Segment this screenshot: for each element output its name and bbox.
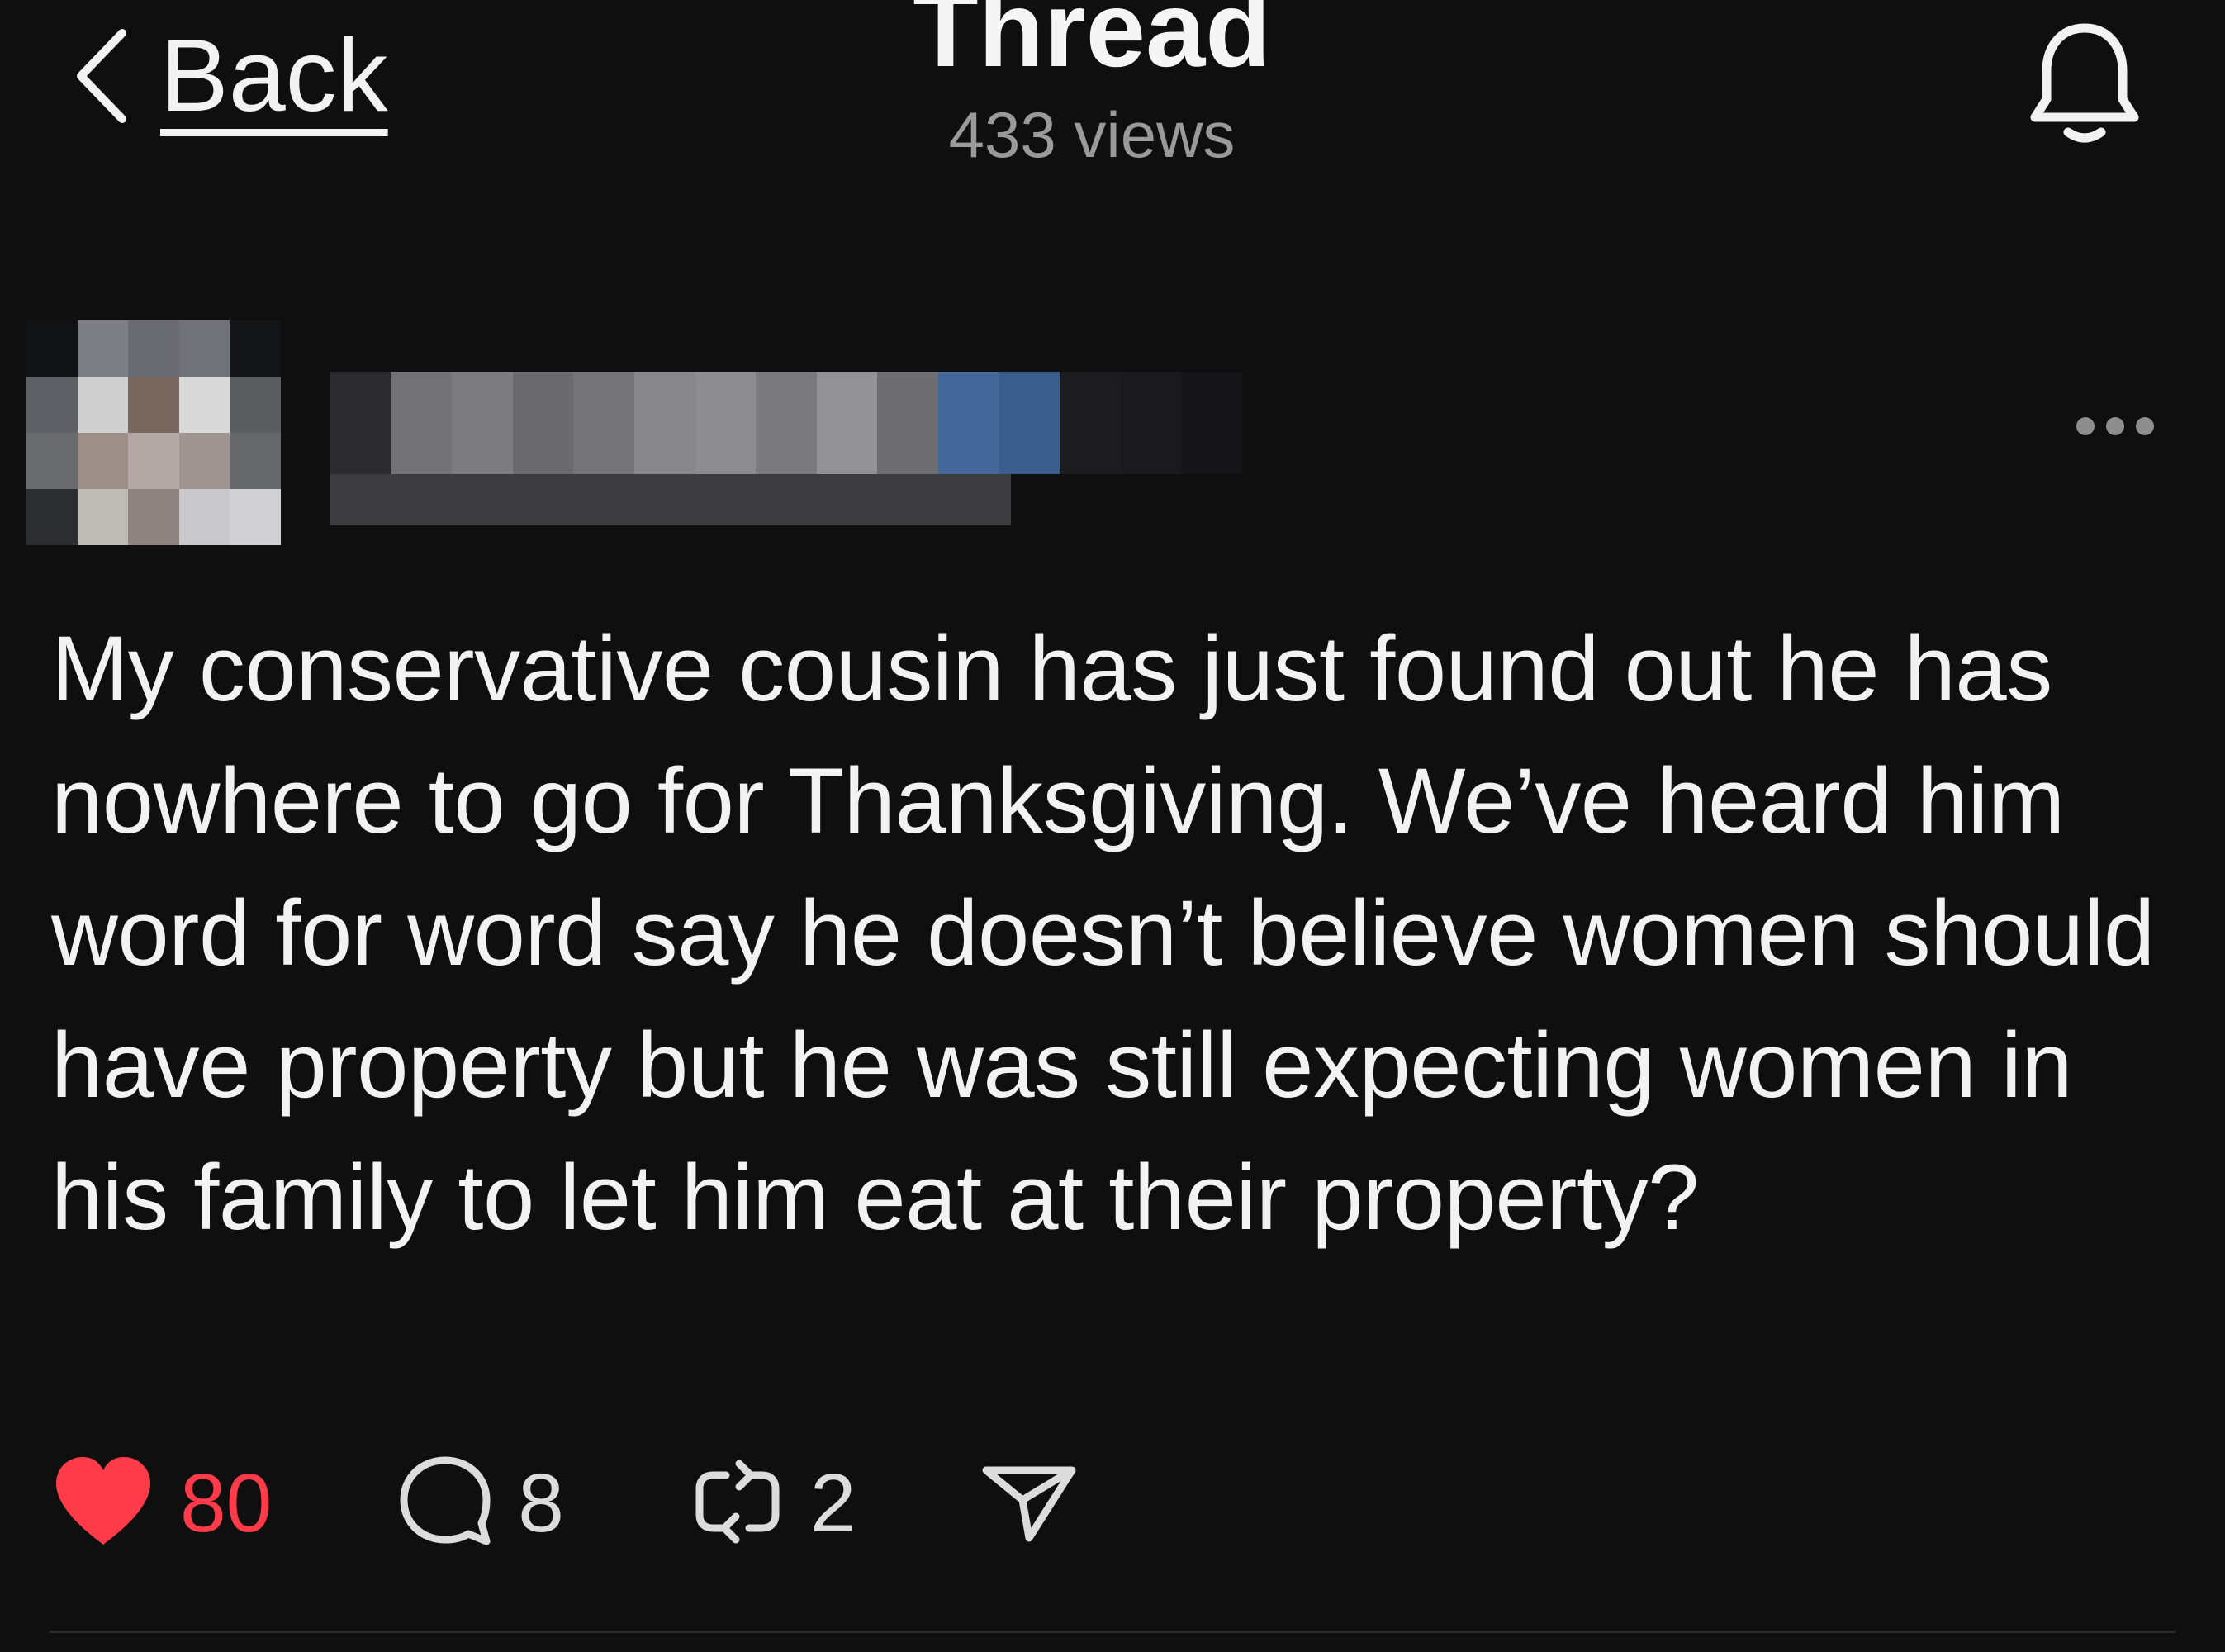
bell-icon [2019, 23, 2151, 154]
like-count: 80 [180, 1457, 273, 1550]
like-button[interactable]: 80 [50, 1452, 272, 1555]
back-label: Back [160, 19, 388, 133]
heart-icon [50, 1452, 157, 1555]
send-icon [980, 1452, 1079, 1555]
comment-icon [396, 1452, 495, 1555]
avatar[interactable] [26, 320, 281, 545]
repost-count: 2 [809, 1457, 856, 1550]
author-handle-blurred [330, 474, 1011, 525]
share-button[interactable] [980, 1452, 1079, 1555]
repost-button[interactable]: 2 [688, 1452, 856, 1555]
post-actions: 80 8 2 [50, 1454, 1079, 1553]
thread-header: Back Thread 433 views [0, 0, 2225, 190]
notifications-button[interactable] [2019, 18, 2151, 154]
repost-icon [688, 1452, 787, 1555]
chevron-left-icon [73, 26, 130, 126]
reply-button[interactable]: 8 [396, 1452, 564, 1555]
divider [50, 1631, 2175, 1633]
reply-count: 8 [518, 1457, 564, 1550]
more-options-button[interactable] [2076, 417, 2154, 435]
post-text: My conservative cousin has just found ou… [51, 617, 2155, 1249]
post-author[interactable] [26, 320, 1242, 545]
back-button[interactable]: Back [73, 25, 388, 127]
author-name-blurred[interactable] [330, 372, 1242, 474]
ellipsis-icon [2076, 417, 2095, 435]
